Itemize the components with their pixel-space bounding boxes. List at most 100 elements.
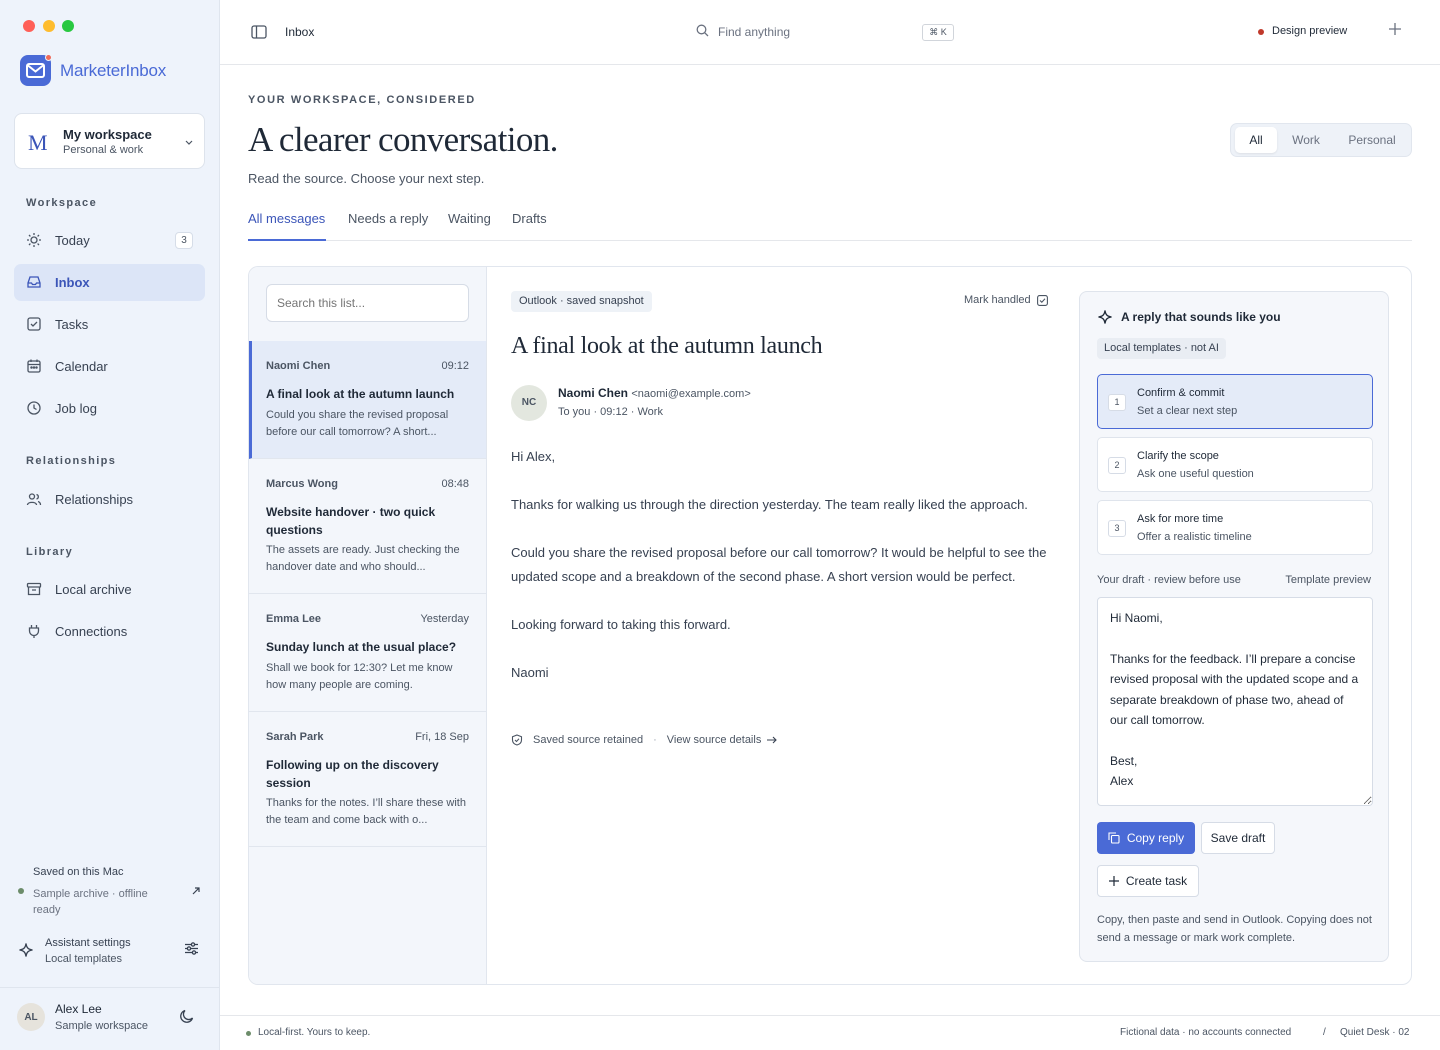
copy-reply-label: Copy reply	[1126, 831, 1185, 845]
sidebar-item-label: Calendar	[55, 359, 108, 374]
message-body: Hi Alex, Thanks for walking us through t…	[511, 445, 1061, 709]
message-subject: Following up on the discovery session	[266, 758, 439, 790]
sidebar-item-label: Job log	[55, 401, 97, 416]
option-title: Ask for more time	[1137, 513, 1224, 525]
reply-option-confirm[interactable]: 1 Confirm & commit Set a clear next step	[1097, 374, 1373, 429]
people-icon	[26, 491, 42, 507]
design-preview-label: Design preview	[1272, 25, 1348, 37]
message-time: Fri, 18 Sep	[415, 731, 469, 743]
sender-line: Naomi Chen <naomi@example.com>	[558, 386, 751, 400]
conversation-panel: Naomi Chen 09:12 A final look at the aut…	[248, 266, 1412, 985]
assistant-note: Copy, then paste and send in Outlook. Co…	[1097, 914, 1372, 944]
sidebar-item-label: Local archive	[55, 582, 132, 597]
message-sender: Marcus Wong	[266, 478, 338, 490]
sender-avatar: NC	[511, 385, 547, 421]
status-dot	[18, 888, 24, 894]
copy-reply-button[interactable]: Copy reply	[1097, 822, 1195, 854]
message-sender: Sarah Park	[266, 731, 324, 743]
user-name: Alex Lee	[55, 1002, 102, 1016]
list-item[interactable]: Sarah Park Fri, 18 Sep Following up on t…	[249, 712, 486, 847]
list-item[interactable]: Marcus Wong 08:48 Website handover · two…	[249, 459, 486, 594]
source-chip: Outlook · saved snapshot	[511, 291, 652, 312]
body-paragraph: Could you share the revised proposal bef…	[511, 545, 1047, 584]
create-task-button[interactable]: Create task	[1097, 865, 1199, 897]
footer-separator: /	[1323, 1027, 1326, 1038]
message-subject: Sunday lunch at the usual place?	[266, 640, 457, 654]
footer: Local-first. Yours to keep. Fictional da…	[220, 1015, 1440, 1050]
view-source-link[interactable]: View source details	[667, 734, 762, 746]
tab-waiting[interactable]: Waiting	[448, 211, 491, 226]
sliders-icon[interactable]	[184, 941, 199, 956]
sidebar-item-job-log[interactable]: Job log	[14, 390, 205, 427]
window-minimize-button[interactable]	[43, 20, 55, 32]
footer-data-note: Fictional data · no accounts connected	[1120, 1027, 1292, 1038]
message-time: 08:48	[441, 478, 469, 490]
sidebar-item-today[interactable]: Today 3	[14, 222, 205, 259]
list-search-input[interactable]	[266, 284, 469, 322]
clock-icon	[26, 400, 42, 416]
footer-tagline: Local-first. Yours to keep.	[258, 1027, 371, 1038]
sidebar-toggle-icon[interactable]	[251, 25, 267, 39]
sidebar-item-label: Connections	[55, 624, 128, 639]
user-profile[interactable]: AL Alex Lee Sample workspace	[0, 987, 220, 1050]
message-sender: Naomi Chen	[266, 360, 331, 372]
create-task-label: Create task	[1125, 874, 1188, 888]
body-paragraph: Naomi	[511, 665, 549, 680]
option-number: 2	[1108, 457, 1126, 474]
draft-textarea[interactable]: Hi Naomi, Thanks for the feedback. I’ll …	[1097, 597, 1373, 806]
save-draft-button[interactable]: Save draft	[1201, 822, 1275, 854]
sidebar-item-calendar[interactable]: Calendar	[14, 348, 205, 385]
sidebar-item-inbox[interactable]: Inbox	[14, 264, 205, 301]
brand: MarketerInbox	[20, 54, 166, 86]
reply-option-clarify[interactable]: 2 Clarify the scope Ask one useful quest…	[1097, 437, 1373, 492]
archive-icon	[26, 581, 42, 597]
option-subtitle: Offer a realistic timeline	[1137, 531, 1252, 543]
window-zoom-button[interactable]	[62, 20, 74, 32]
saved-title: Saved on this Mac	[33, 866, 124, 878]
message-preview: Thanks for the notes. I’ll share these w…	[266, 797, 466, 826]
window-close-button[interactable]	[23, 20, 35, 32]
filter-all[interactable]: All	[1235, 127, 1277, 153]
template-preview-label: Template preview	[1285, 574, 1371, 586]
reply-option-more-time[interactable]: 3 Ask for more time Offer a realistic ti…	[1097, 500, 1373, 555]
sender-email[interactable]: <naomi@example.com>	[631, 388, 750, 400]
section-label-workspace: Workspace	[26, 197, 98, 209]
option-title: Confirm & commit	[1137, 387, 1225, 399]
footer-version: Quiet Desk · 02	[1340, 1027, 1410, 1038]
mark-handled-button[interactable]: Mark handled	[964, 294, 1048, 306]
sidebar-item-tasks[interactable]: Tasks	[14, 306, 205, 343]
tab-needs-reply[interactable]: Needs a reply	[348, 211, 428, 226]
sidebar-item-label: Today	[55, 233, 90, 248]
user-subtitle: Sample workspace	[55, 1020, 148, 1032]
sidebar-item-relationships[interactable]: Relationships	[14, 481, 205, 518]
plus-icon[interactable]	[1389, 23, 1401, 35]
saved-subtitle: Sample archive · offline ready	[33, 888, 148, 916]
plus-icon	[1108, 876, 1119, 886]
tab-all-messages[interactable]: All messages	[248, 211, 325, 226]
arrow-right-icon	[767, 736, 778, 744]
shortcut-hint: ⌘ K	[922, 24, 954, 41]
list-item[interactable]: Emma Lee Yesterday Sunday lunch at the u…	[249, 594, 486, 712]
assistant-settings-title: Assistant settings	[45, 937, 131, 949]
sidebar-item-connections[interactable]: Connections	[14, 613, 205, 650]
assistant-title: A reply that sounds like you	[1121, 310, 1281, 324]
active-tab-indicator	[248, 239, 326, 241]
message-time: 09:12	[441, 360, 469, 372]
global-search-input[interactable]: Find anything	[718, 25, 790, 39]
tab-drafts[interactable]: Drafts	[512, 211, 547, 226]
body-paragraph: Looking forward to taking this forward.	[511, 617, 731, 632]
moon-icon[interactable]	[179, 1008, 195, 1024]
avatar: AL	[17, 1003, 45, 1031]
sender-name: Naomi Chen	[558, 386, 629, 400]
filter-work[interactable]: Work	[1283, 127, 1329, 153]
filter-personal[interactable]: Personal	[1335, 127, 1409, 153]
mail-logo-icon	[20, 54, 52, 86]
sidebar-item-local-archive[interactable]: Local archive	[14, 571, 205, 608]
message-subject: A final look at the autumn launch	[266, 387, 455, 401]
message-reader: Outlook · saved snapshot Mark handled A …	[487, 267, 1077, 984]
checkbox-icon	[1036, 294, 1048, 306]
list-item[interactable]: Naomi Chen 09:12 A final look at the aut…	[249, 341, 486, 459]
message-subject: Website handover · two quick questions	[266, 505, 436, 537]
workspace-name: My workspace	[63, 127, 152, 142]
workspace-switcher[interactable]: M My workspace Personal & work	[14, 113, 205, 169]
